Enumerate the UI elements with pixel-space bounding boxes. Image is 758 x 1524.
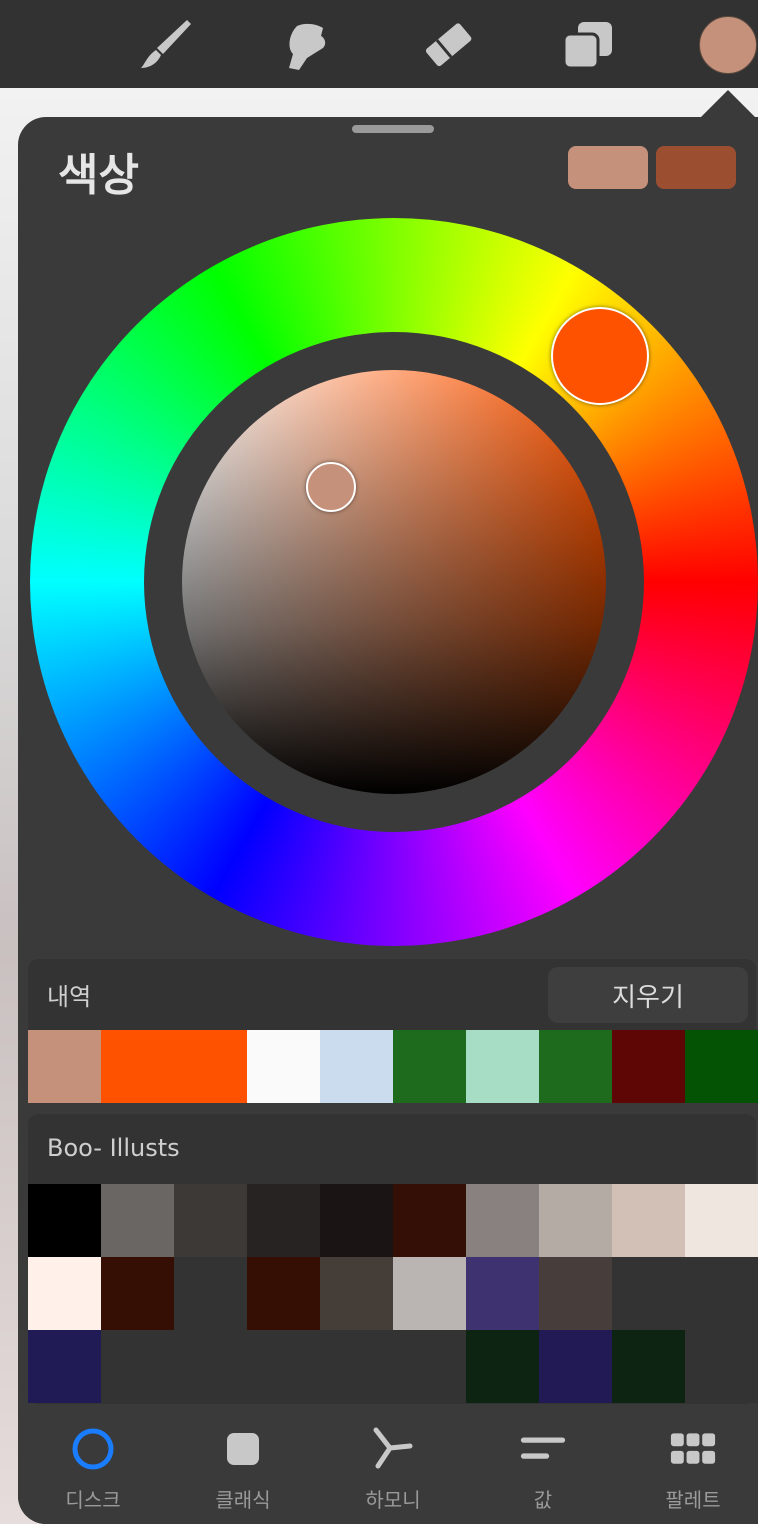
brush-icon[interactable] [137, 14, 197, 74]
color-mode-tabs: 디스크 클래식 하모니 값 팔레트 [18, 1404, 758, 1524]
tab-label: 팔레트 [665, 1488, 721, 1512]
secondary-color-swatch[interactable] [656, 146, 736, 189]
smudge-icon[interactable] [277, 14, 337, 74]
history-swatch[interactable] [393, 1030, 466, 1103]
clear-history-button[interactable]: 지우기 [548, 967, 748, 1023]
layers-icon[interactable] [558, 14, 618, 74]
popover-caret [700, 90, 756, 118]
palette-swatch[interactable] [685, 1257, 758, 1330]
palette-swatch[interactable] [28, 1257, 101, 1330]
primary-color-swatch[interactable] [568, 146, 648, 189]
tab-classic[interactable]: 클래식 [188, 1426, 298, 1516]
history-section: 내역 지우기 [28, 959, 758, 1103]
history-swatch[interactable] [612, 1030, 685, 1103]
palette-grid-icon [670, 1426, 716, 1472]
palette-swatches [28, 1184, 758, 1403]
palette-swatch[interactable] [101, 1184, 174, 1257]
palette-swatch[interactable] [539, 1330, 612, 1403]
eraser-icon[interactable] [418, 14, 478, 74]
tab-label: 하모니 [365, 1488, 421, 1512]
palette-section: Boo- Illusts [28, 1114, 758, 1404]
palette-swatch[interactable] [247, 1184, 320, 1257]
palette-swatch[interactable] [101, 1330, 174, 1403]
tab-label: 값 [533, 1488, 553, 1512]
history-swatch[interactable] [247, 1030, 320, 1103]
classic-square-icon [220, 1426, 266, 1472]
current-color-button[interactable] [699, 16, 757, 74]
palette-swatch[interactable] [393, 1184, 466, 1257]
history-swatches [28, 1030, 758, 1103]
palette-swatch[interactable] [539, 1257, 612, 1330]
tab-palette[interactable]: 팔레트 [638, 1426, 748, 1516]
palette-swatch[interactable] [685, 1184, 758, 1257]
tab-disc[interactable]: 디스크 [38, 1426, 148, 1516]
disc-icon [70, 1426, 116, 1472]
palette-swatch[interactable] [685, 1330, 758, 1403]
palette-swatch[interactable] [28, 1184, 101, 1257]
palette-swatch[interactable] [174, 1184, 247, 1257]
palette-swatch[interactable] [466, 1330, 539, 1403]
palette-swatch[interactable] [393, 1257, 466, 1330]
palette-swatch[interactable] [539, 1184, 612, 1257]
palette-swatch[interactable] [174, 1330, 247, 1403]
palette-name: Boo- Illusts [47, 1134, 180, 1162]
tab-value[interactable]: 값 [488, 1426, 598, 1516]
tab-label: 클래식 [215, 1488, 271, 1512]
palette-swatch[interactable] [247, 1330, 320, 1403]
palette-swatch[interactable] [612, 1257, 685, 1330]
palette-swatch[interactable] [174, 1257, 247, 1330]
top-toolbar [0, 0, 758, 88]
palette-swatch[interactable] [101, 1257, 174, 1330]
palette-swatch[interactable] [612, 1184, 685, 1257]
hue-handle[interactable] [551, 307, 649, 405]
history-label: 내역 [47, 983, 92, 1011]
palette-swatch[interactable] [320, 1330, 393, 1403]
panel-title: 색상 [58, 150, 139, 201]
saturation-disc[interactable] [182, 370, 606, 794]
panel-grabber[interactable] [352, 125, 434, 133]
history-swatch[interactable] [101, 1030, 174, 1103]
history-swatch[interactable] [685, 1030, 758, 1103]
palette-swatch[interactable] [28, 1330, 101, 1403]
color-panel: 색상 내역 지우기 Boo- Illusts 디스크 클래식 하모니 값 팔레트 [18, 117, 758, 1524]
palette-swatch[interactable] [247, 1257, 320, 1330]
palette-swatch[interactable] [320, 1184, 393, 1257]
harmony-icon [370, 1426, 416, 1472]
tab-label: 디스크 [65, 1488, 121, 1512]
value-sliders-icon [520, 1426, 566, 1472]
palette-swatch[interactable] [466, 1257, 539, 1330]
tab-harmony[interactable]: 하모니 [338, 1426, 448, 1516]
palette-swatch[interactable] [393, 1330, 466, 1403]
saturation-handle[interactable] [306, 462, 356, 512]
history-swatch[interactable] [174, 1030, 247, 1103]
palette-swatch[interactable] [466, 1184, 539, 1257]
history-swatch[interactable] [28, 1030, 101, 1103]
history-swatch[interactable] [466, 1030, 539, 1103]
history-swatch[interactable] [539, 1030, 612, 1103]
history-swatch[interactable] [320, 1030, 393, 1103]
palette-swatch[interactable] [612, 1330, 685, 1403]
palette-swatch[interactable] [320, 1257, 393, 1330]
